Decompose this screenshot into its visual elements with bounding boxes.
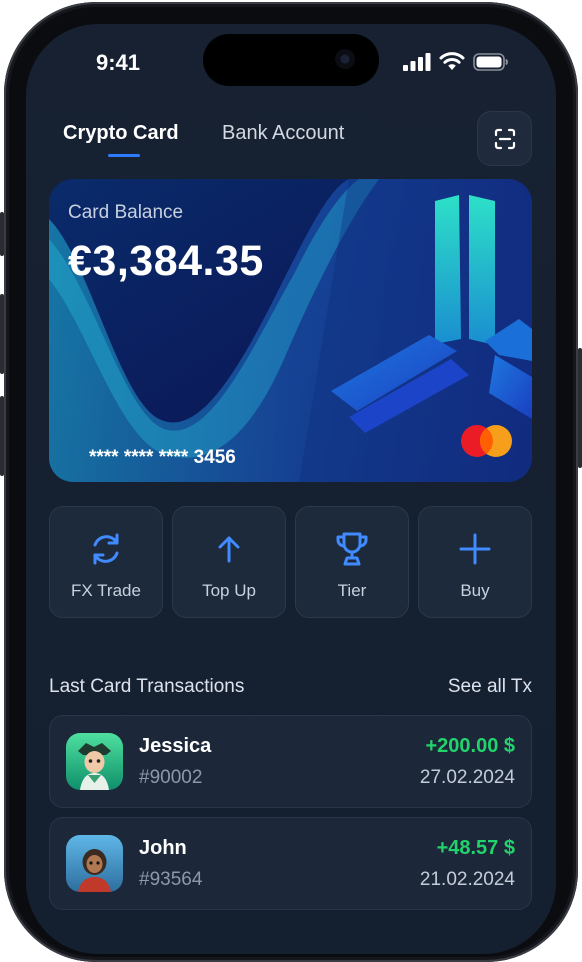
transaction-date: 21.02.2024 xyxy=(419,869,515,890)
card-balance-value: €3,384.35 xyxy=(68,237,264,285)
transaction-amount: +48.57 $ xyxy=(436,837,515,859)
action-label: Buy xyxy=(460,581,490,600)
transaction-row[interactable]: John #93564 +48.57 $ 21.02.2024 xyxy=(49,817,532,910)
fx-trade-button[interactable]: FX Trade xyxy=(49,506,163,618)
card-balance-label: Card Balance xyxy=(68,202,184,223)
arrow-up-icon xyxy=(173,529,285,569)
scan-button[interactable] xyxy=(477,111,532,166)
transaction-name: Jessica xyxy=(139,735,212,757)
transaction-id: #93564 xyxy=(139,869,203,890)
plus-icon xyxy=(419,529,531,569)
status-time: 9:41 xyxy=(96,50,141,75)
tab-bank-account[interactable]: Bank Account xyxy=(222,122,344,145)
avatar xyxy=(66,733,123,790)
active-tab-indicator xyxy=(108,154,140,157)
dynamic-island xyxy=(203,34,379,86)
wifi-icon xyxy=(439,52,465,70)
battery-icon xyxy=(473,52,508,71)
buy-button[interactable]: Buy xyxy=(418,506,532,618)
volume-down-button xyxy=(0,396,4,476)
mastercard-logo xyxy=(461,425,512,457)
transactions-section-title: Last Card Transactions xyxy=(49,676,245,697)
action-label: FX Trade xyxy=(71,581,141,600)
trophy-icon xyxy=(296,529,408,569)
volume-up-button xyxy=(0,294,4,374)
crypto-card[interactable]: Card Balance €3,384.35 **** **** **** 34… xyxy=(49,179,532,482)
refresh-icon xyxy=(50,529,162,569)
transaction-date: 27.02.2024 xyxy=(419,767,515,788)
app-screen xyxy=(26,24,556,954)
tier-button[interactable]: Tier xyxy=(295,506,409,618)
status-icons xyxy=(403,52,509,71)
see-all-transactions-link[interactable]: See all Tx xyxy=(448,676,532,698)
top-up-button[interactable]: Top Up xyxy=(172,506,286,618)
transaction-amount: +200.00 $ xyxy=(425,735,515,757)
tab-crypto-card[interactable]: Crypto Card xyxy=(63,122,179,145)
card-number: **** **** **** 3456 xyxy=(89,447,236,468)
front-camera xyxy=(335,49,355,69)
transaction-id: #90002 xyxy=(139,767,203,788)
side-button xyxy=(0,212,4,256)
scan-icon xyxy=(494,128,515,149)
avatar xyxy=(66,835,123,892)
transaction-row[interactable]: Jessica #90002 +200.00 $ 27.02.2024 xyxy=(49,715,532,808)
transaction-name: John xyxy=(139,837,187,859)
cellular-signal-icon xyxy=(403,52,431,71)
action-label: Top Up xyxy=(202,581,256,600)
action-label: Tier xyxy=(337,581,367,600)
power-button xyxy=(578,348,582,468)
